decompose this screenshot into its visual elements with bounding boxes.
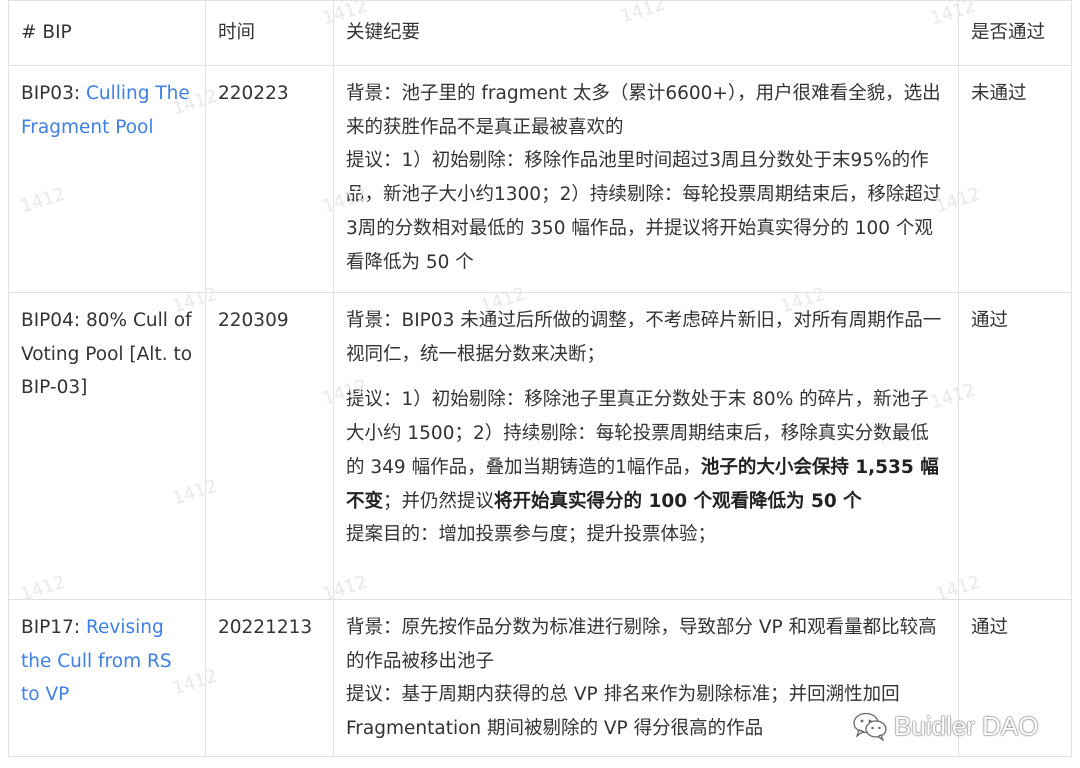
date-cell: 20221213 xyxy=(205,599,334,757)
wechat-icon xyxy=(853,712,887,741)
bip-id: BIP03: xyxy=(21,83,86,104)
header-passed: 是否通过 xyxy=(958,0,1072,66)
proposal-text: ；并仍然提议 xyxy=(383,490,495,512)
date-cell: 220309 xyxy=(205,292,334,600)
table-row-bip04: BIP04: 80% Cull of Voting Pool [Alt. to … xyxy=(8,292,1072,600)
notes-purpose: 提案目的：增加投票参与度；提升投票体验； xyxy=(346,524,717,546)
bip-id: BIP04: 80% Cull of Voting Pool [Alt. to … xyxy=(21,310,193,399)
notes-cell: 背景：BIP03 未通过后所做的调整，不考虑碎片新旧，对所有周期作品一视同仁，统… xyxy=(333,292,959,600)
notes-cell: 背景：池子里的 fragment 太多（累计6600+），用户很难看全貌，选出来… xyxy=(333,65,959,293)
table-header-row: # BIP 时间 关键纪要 是否通过 xyxy=(8,0,1072,66)
status-cell: 通过 xyxy=(958,292,1072,600)
notes-background: 背景：原先按作品分数为标准进行剔除，导致部分 VP 和观看量都比较高的作品被移出… xyxy=(346,617,937,672)
notes-proposal: 提议：1）初始剔除：移除池子里真正分数处于末 80% 的碎片，新池子大小约 15… xyxy=(346,383,946,518)
brand-name: Buidler DAO xyxy=(894,710,1039,741)
bip-table: # BIP 时间 关键纪要 是否通过 BIP03: Culling The Fr… xyxy=(8,0,1072,757)
notes-proposal: 提议：1）初始剔除：移除作品池里时间超过3周且分数处于末95%的作品，新池子大小… xyxy=(346,150,942,273)
proposal-bold-views: 将开始真实得分的 100 个观看降低为 50 个 xyxy=(494,490,862,512)
header-notes: 关键纪要 xyxy=(333,0,959,66)
bip-id: BIP17: xyxy=(21,617,86,638)
header-time: 时间 xyxy=(205,0,334,66)
status-cell: 未通过 xyxy=(958,65,1072,293)
bip-cell: BIP17: Revising the Cull from RS to VP xyxy=(8,599,206,757)
notes-background: 背景：BIP03 未通过后所做的调整，不考虑碎片新旧，对所有周期作品一视同仁，统… xyxy=(346,310,942,365)
date-cell: 220223 xyxy=(205,65,334,293)
table-row-bip03: BIP03: Culling The Fragment Pool 220223 … xyxy=(8,65,1072,293)
brand-watermark: Buidler DAO xyxy=(852,710,1039,742)
header-bip: # BIP xyxy=(8,0,206,66)
notes-background: 背景：池子里的 fragment 太多（累计6600+），用户很难看全貌，选出来… xyxy=(346,83,941,138)
bip-cell: BIP04: 80% Cull of Voting Pool [Alt. to … xyxy=(8,292,206,600)
bip-cell: BIP03: Culling The Fragment Pool xyxy=(8,65,206,293)
